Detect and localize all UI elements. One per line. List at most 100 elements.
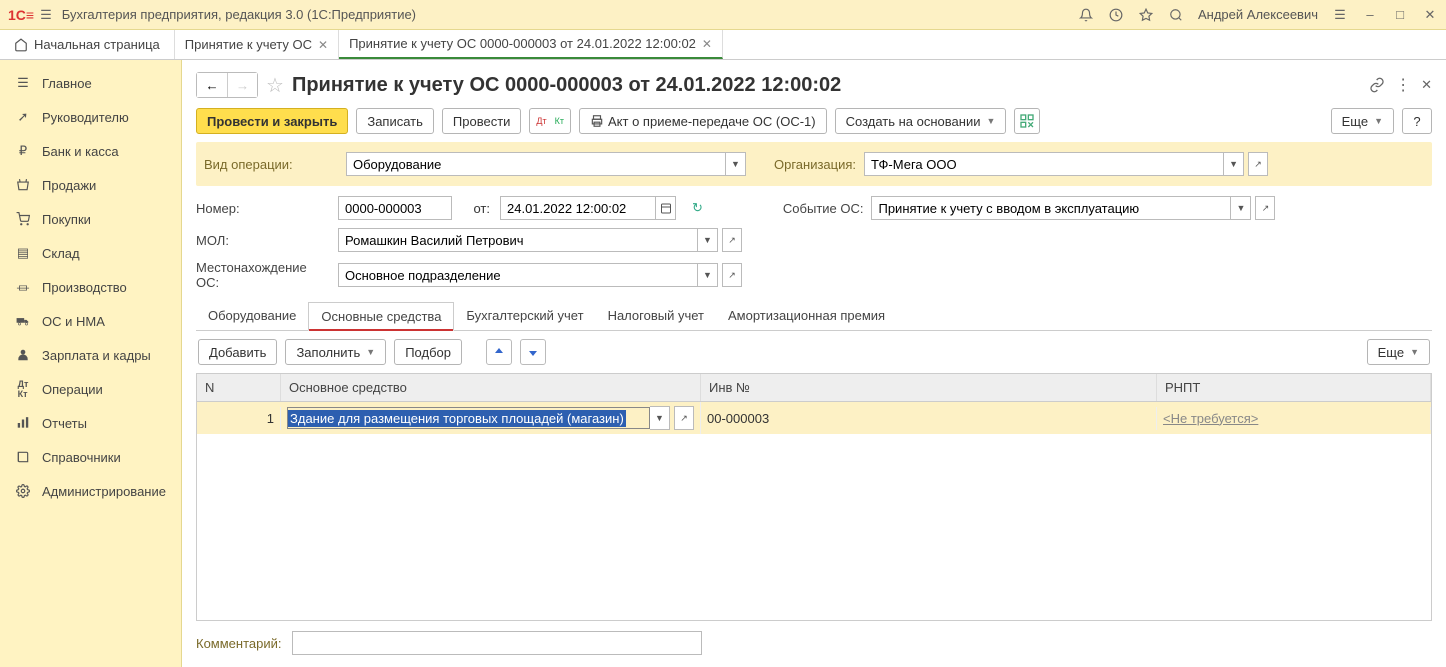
detail-tabs: Оборудование Основные средства Бухгалтер… xyxy=(196,302,1432,331)
col-inv[interactable]: Инв № xyxy=(701,374,1157,401)
back-button[interactable]: ← xyxy=(197,73,227,97)
factory-icon: ⏛ xyxy=(14,278,32,296)
nav-label: Руководителю xyxy=(42,110,129,125)
nav-os-nma[interactable]: ОС и НМА xyxy=(0,304,181,338)
nav-purchases[interactable]: Покупки xyxy=(0,202,181,236)
col-os[interactable]: Основное средство xyxy=(281,374,701,401)
kebab-icon[interactable]: ⋮ xyxy=(1395,75,1411,95)
close-panel-icon[interactable]: ✕ xyxy=(1421,77,1432,93)
open-button[interactable]: ↗ xyxy=(1248,152,1268,176)
tab-close-icon[interactable]: ✕ xyxy=(318,38,328,52)
table-row[interactable]: 1 Здание для размещения торговых площаде… xyxy=(197,402,1431,434)
logo-1c: 1C≡ xyxy=(8,7,34,23)
detail-more-button[interactable]: Еще ▼ xyxy=(1367,339,1430,365)
nav-main[interactable]: ☰Главное xyxy=(0,66,181,100)
settings-lines-icon[interactable]: ☰ xyxy=(1332,7,1348,23)
comment-label: Комментарий: xyxy=(196,636,282,651)
mol-input[interactable] xyxy=(338,228,698,252)
user-label[interactable]: Андрей Алексеевич xyxy=(1198,7,1318,22)
date-input[interactable] xyxy=(500,196,656,220)
search-icon[interactable] xyxy=(1168,7,1184,23)
tab-label: Принятие к учету ОС xyxy=(185,37,312,52)
loc-input[interactable] xyxy=(338,263,698,287)
event-input[interactable] xyxy=(871,196,1231,220)
tab-equipment[interactable]: Оборудование xyxy=(196,302,308,330)
commit-close-button[interactable]: Провести и закрыть xyxy=(196,108,348,134)
dtkt-button[interactable]: ДтКт xyxy=(529,108,571,134)
nav-bank[interactable]: ₽Банк и касса xyxy=(0,134,181,168)
col-rnpt[interactable]: РНПТ xyxy=(1157,374,1431,401)
link-icon[interactable] xyxy=(1369,77,1385,93)
tab-accounting[interactable]: Бухгалтерский учет xyxy=(454,302,595,330)
fill-button[interactable]: Заполнить ▼ xyxy=(285,339,386,365)
nav-production[interactable]: ⏛Производство xyxy=(0,270,181,304)
truck-icon xyxy=(14,312,32,330)
op-type-input[interactable] xyxy=(346,152,726,176)
dropdown-button[interactable]: ▼ xyxy=(1231,196,1251,220)
tab-depreciation-bonus[interactable]: Амортизационная премия xyxy=(716,302,897,330)
calendar-button[interactable] xyxy=(656,196,676,220)
dropdown-button[interactable]: ▼ xyxy=(698,228,718,252)
open-button[interactable]: ↗ xyxy=(1255,196,1275,220)
more-button[interactable]: Еще ▼ xyxy=(1331,108,1394,134)
create-based-button[interactable]: Создать на основании ▼ xyxy=(835,108,1007,134)
org-input[interactable] xyxy=(864,152,1224,176)
tab-fixed-assets[interactable]: Основные средства xyxy=(308,302,454,331)
pick-button[interactable]: Подбор xyxy=(394,339,462,365)
book-icon xyxy=(14,448,32,466)
star-icon[interactable] xyxy=(1138,7,1154,23)
titlebar: 1C≡ ☰ Бухгалтерия предприятия, редакция … xyxy=(0,0,1446,30)
act-print-button[interactable]: Акт о приеме-передаче ОС (ОС-1) xyxy=(579,108,827,134)
dropdown-button[interactable]: ▼ xyxy=(650,406,670,430)
nav-warehouse[interactable]: ▤Склад xyxy=(0,236,181,270)
tab-close-icon[interactable]: ✕ xyxy=(702,37,712,51)
open-button[interactable]: ↗ xyxy=(722,228,742,252)
close-icon[interactable]: ✕ xyxy=(1422,7,1438,23)
open-button[interactable]: ↗ xyxy=(674,406,694,430)
maximize-icon[interactable]: □ xyxy=(1392,7,1408,23)
tab-accept-os-list[interactable]: Принятие к учету ОС ✕ xyxy=(175,30,339,59)
tab-tax[interactable]: Налоговый учет xyxy=(596,302,716,330)
cell-asset[interactable]: Здание для размещения торговых площадей … xyxy=(281,402,701,434)
favorite-star-icon[interactable]: ☆ xyxy=(266,73,284,98)
op-type-label: Вид операции: xyxy=(204,157,336,172)
save-button[interactable]: Записать xyxy=(356,108,434,134)
nav-sales[interactable]: Продажи xyxy=(0,168,181,202)
nav-admin[interactable]: Администрирование xyxy=(0,474,181,508)
grid-body[interactable]: 1 Здание для размещения торговых площаде… xyxy=(197,402,1431,620)
number-input[interactable] xyxy=(338,196,452,220)
nav-reports[interactable]: Отчеты xyxy=(0,406,181,440)
comment-input[interactable] xyxy=(292,631,702,655)
nav-label: Покупки xyxy=(42,212,91,227)
comment-row: Комментарий: xyxy=(196,621,1432,659)
home-tab[interactable]: Начальная страница xyxy=(0,30,175,59)
org-label: Организация: xyxy=(774,157,856,172)
dtkt-icon: ДтКт xyxy=(14,380,32,398)
gear-icon xyxy=(14,482,32,500)
dropdown-button[interactable]: ▼ xyxy=(1224,152,1244,176)
history-icon[interactable] xyxy=(1108,7,1124,23)
chevron-down-icon: ▼ xyxy=(1374,116,1383,126)
move-down-button[interactable] xyxy=(520,339,546,365)
minimize-icon[interactable]: – xyxy=(1362,7,1378,23)
person-icon xyxy=(14,346,32,364)
bell-icon[interactable] xyxy=(1078,7,1094,23)
hamburger-icon[interactable]: ☰ xyxy=(40,7,52,23)
add-button[interactable]: Добавить xyxy=(198,339,277,365)
home-icon xyxy=(14,38,28,52)
col-n[interactable]: N xyxy=(197,374,281,401)
nav-operations[interactable]: ДтКтОперации xyxy=(0,372,181,406)
help-button[interactable]: ? xyxy=(1402,108,1432,134)
open-button[interactable]: ↗ xyxy=(722,263,742,287)
tab-accept-os-doc[interactable]: Принятие к учету ОС 0000-000003 от 24.01… xyxy=(339,30,723,59)
refresh-date-icon[interactable]: ↻ xyxy=(692,200,703,216)
nav-salary[interactable]: Зарплата и кадры xyxy=(0,338,181,372)
nav-manager[interactable]: ➚Руководителю xyxy=(0,100,181,134)
dropdown-button[interactable]: ▼ xyxy=(726,152,746,176)
forward-button[interactable]: → xyxy=(227,73,257,97)
struct-button[interactable] xyxy=(1014,108,1040,134)
move-up-button[interactable] xyxy=(486,339,512,365)
nav-directories[interactable]: Справочники xyxy=(0,440,181,474)
dropdown-button[interactable]: ▼ xyxy=(698,263,718,287)
commit-button[interactable]: Провести xyxy=(442,108,522,134)
